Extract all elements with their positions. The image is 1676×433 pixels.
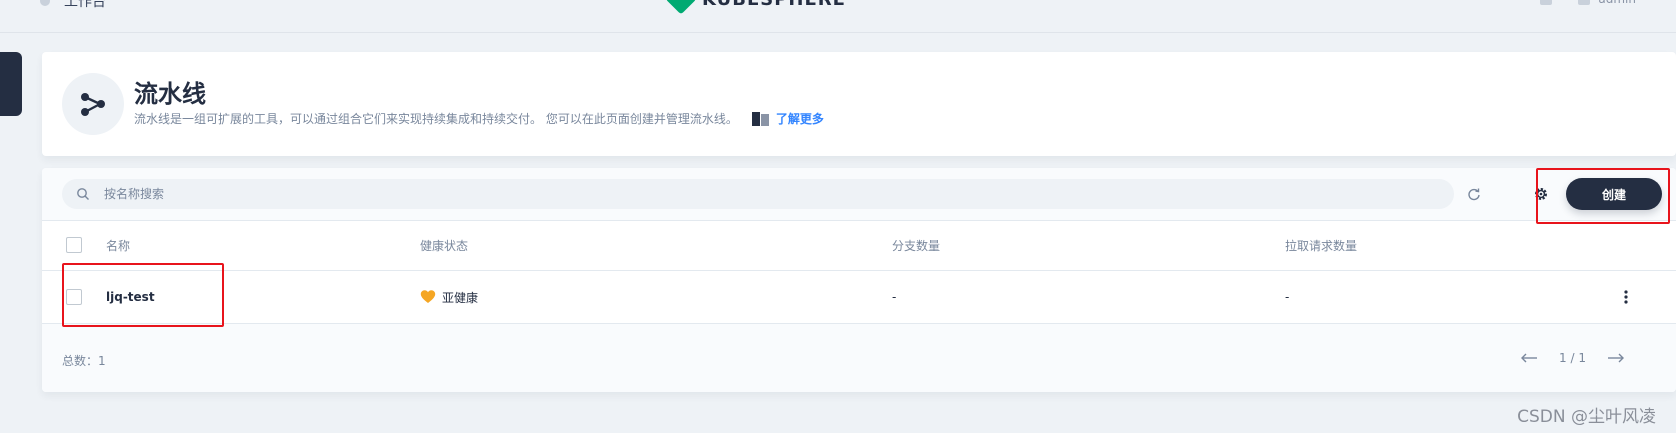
more-actions-button[interactable] — [1616, 287, 1636, 307]
column-branches: 分支数量 — [892, 238, 941, 253]
tools-icon[interactable] — [1540, 0, 1553, 5]
table-header: 名称 健康状态 分支数量 拉取请求数量 — [42, 220, 1676, 271]
pipeline-table: 名称 健康状态 分支数量 拉取请求数量 ljq-test 亚健康 - - — [42, 220, 1676, 324]
gear-icon — [1534, 187, 1548, 201]
health-status: 亚健康 — [442, 290, 479, 305]
user-menu[interactable]: admin — [1578, 0, 1636, 6]
row-checkbox[interactable] — [66, 289, 82, 305]
workbench-nav[interactable]: 工作台 — [40, 0, 106, 11]
learn-more-label: 了解更多 — [775, 112, 824, 126]
description-text: 流水线是一组可扩展的工具，可以通过组合它们来实现持续集成和持续交付。 您可以在此… — [134, 112, 738, 126]
prev-page-button[interactable] — [1519, 348, 1539, 368]
page-description: 流水线是一组可扩展的工具，可以通过组合它们来实现持续集成和持续交付。 您可以在此… — [134, 110, 824, 127]
more-icon — [1624, 290, 1628, 304]
refresh-button[interactable] — [1462, 182, 1486, 206]
page-title: 流水线 — [134, 80, 206, 108]
page-header: 流水线 流水线是一组可扩展的工具，可以通过组合它们来实现持续集成和持续交付。 您… — [42, 52, 1676, 156]
search-box[interactable] — [62, 179, 1454, 209]
side-nav-toggle[interactable] — [0, 52, 22, 116]
table-row[interactable]: ljq-test 亚健康 - - — [42, 271, 1676, 324]
logo-icon — [665, 0, 697, 15]
pipeline-list: 创建 名称 健康状态 分支数量 拉取请求数量 ljq-test 亚健康 — [42, 168, 1676, 392]
next-page-button[interactable] — [1606, 348, 1626, 368]
book-icon — [751, 111, 769, 126]
menu-icon — [40, 0, 50, 6]
column-pull-requests: 拉取请求数量 — [1285, 238, 1358, 253]
pagination: 1 / 1 — [1519, 348, 1626, 368]
create-button[interactable]: 创建 — [1566, 178, 1662, 210]
row-name-cell: ljq-test — [106, 271, 155, 323]
page-indicator: 1 / 1 — [1559, 351, 1586, 365]
row-pull-requests: - — [1285, 290, 1290, 304]
user-name: admin — [1598, 0, 1636, 6]
user-icon — [1578, 0, 1591, 5]
select-all-checkbox[interactable] — [66, 237, 82, 253]
column-health: 健康状态 — [420, 238, 469, 253]
pipeline-name-link[interactable]: ljq-test — [106, 290, 155, 304]
refresh-icon — [1468, 188, 1480, 201]
kubesphere-logo[interactable]: KUBESPHERE — [665, 0, 846, 15]
search-icon — [77, 188, 89, 200]
select-all-cell — [66, 220, 82, 270]
heart-icon — [420, 290, 436, 303]
table-footer: 总数：1 1 / 1 — [42, 324, 1676, 392]
row-health-cell: 亚健康 — [420, 271, 478, 323]
row-select-cell — [66, 271, 82, 323]
workbench-label: 工作台 — [64, 0, 106, 10]
pipeline-icon — [62, 73, 124, 135]
watermark: CSDN @尘叶风凌 — [1517, 407, 1656, 427]
column-name[interactable]: 名称 — [106, 220, 130, 270]
total-count: 总数：1 — [62, 354, 106, 368]
toolbar: 创建 — [42, 168, 1676, 221]
logo-text: KUBESPHERE — [702, 0, 846, 10]
arrow-right-icon — [1608, 353, 1624, 363]
settings-button[interactable] — [1529, 182, 1553, 206]
top-bar: 工作台 KUBESPHERE admin — [0, 0, 1676, 33]
topbar-right: admin — [1540, 0, 1636, 6]
search-input[interactable] — [102, 186, 1436, 202]
row-branches: - — [892, 290, 897, 304]
row-actions-cell — [1616, 271, 1636, 323]
learn-more-link[interactable]: 了解更多 — [751, 110, 824, 127]
arrow-left-icon — [1521, 353, 1538, 363]
